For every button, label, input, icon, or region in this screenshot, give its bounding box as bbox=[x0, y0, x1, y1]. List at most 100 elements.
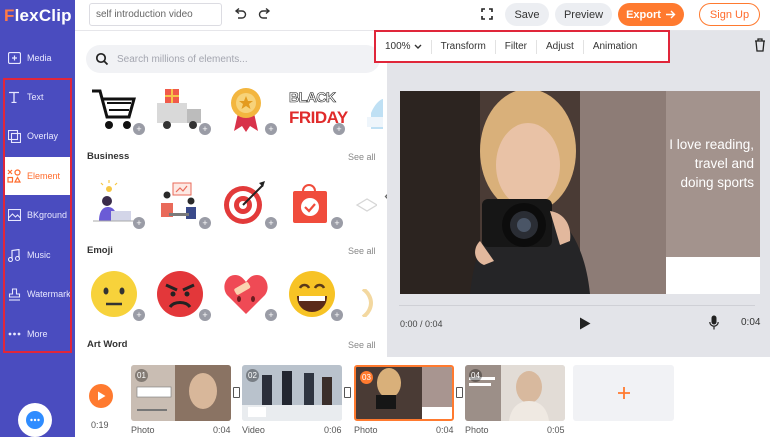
clip-1-duration: 0:04 bbox=[213, 425, 231, 435]
timeline-clip-4[interactable]: 04 bbox=[465, 365, 565, 421]
clip-2-type: Video bbox=[242, 425, 265, 435]
shopping-cart-icon bbox=[92, 89, 136, 129]
element-business-meeting[interactable]: + bbox=[155, 177, 211, 229]
current-time: 0:00 / 0:04 bbox=[400, 319, 443, 329]
sidebar-item-bkground[interactable]: BKground bbox=[0, 196, 75, 234]
microphone-icon[interactable] bbox=[709, 315, 719, 330]
element-emoji-angry[interactable]: + bbox=[155, 269, 211, 321]
adjust-button[interactable]: Adjust bbox=[537, 39, 584, 54]
trash-icon[interactable] bbox=[754, 38, 766, 52]
preview-button[interactable]: Preview bbox=[555, 3, 612, 26]
element-black-friday[interactable]: BLACK FRIDAY + bbox=[287, 83, 348, 135]
sidebar-item-media[interactable]: Media bbox=[0, 39, 75, 77]
timeline-clip-1[interactable]: 01 bbox=[131, 365, 231, 421]
add-element-icon[interactable]: + bbox=[133, 123, 145, 135]
timeline-play-button[interactable] bbox=[89, 384, 113, 408]
filter-button[interactable]: Filter bbox=[496, 39, 538, 54]
element-target[interactable]: + bbox=[221, 177, 277, 229]
export-button[interactable]: Export bbox=[618, 3, 684, 26]
sidebar-label-media: Media bbox=[27, 53, 52, 63]
element-emoji-bandaged-heart[interactable]: + bbox=[221, 269, 277, 321]
search-input[interactable] bbox=[117, 53, 367, 65]
clip-3-duration: 0:04 bbox=[436, 425, 454, 435]
add-element-icon[interactable]: + bbox=[199, 217, 211, 229]
element-emoji-grinning[interactable]: + bbox=[287, 269, 343, 321]
sidebar-item-more[interactable]: More bbox=[0, 315, 75, 353]
sidebar-item-text[interactable]: Text bbox=[0, 78, 75, 116]
delivery-truck-icon bbox=[157, 89, 201, 129]
chat-support-button[interactable] bbox=[18, 403, 52, 437]
clip-number: 01 bbox=[135, 369, 148, 382]
add-clip-button[interactable] bbox=[573, 365, 674, 421]
element-icon bbox=[7, 169, 21, 183]
project-title-input[interactable] bbox=[89, 3, 222, 26]
sidebar-label-watermark: Watermark bbox=[27, 289, 71, 299]
neutral-face-emoji-icon bbox=[91, 271, 137, 317]
see-all-business-link[interactable]: See all bbox=[348, 152, 376, 162]
see-all-art-word-link[interactable]: See all bbox=[348, 340, 376, 350]
element-emoji-neutral[interactable]: + bbox=[89, 269, 145, 321]
section-title-business: Business bbox=[87, 151, 130, 162]
video-canvas[interactable]: I love reading, travel and doing sports bbox=[400, 91, 760, 294]
sidebar-label-element: Element bbox=[27, 171, 61, 181]
search-bar[interactable] bbox=[86, 45, 380, 73]
element-partial-2[interactable] bbox=[355, 191, 379, 217]
element-partial[interactable] bbox=[363, 83, 383, 133]
transition-button[interactable] bbox=[344, 387, 351, 398]
fullscreen-icon[interactable] bbox=[481, 8, 493, 20]
progress-track[interactable] bbox=[399, 305, 755, 306]
angry-face-emoji-icon bbox=[157, 271, 203, 317]
zoom-dropdown[interactable]: 100% bbox=[376, 39, 432, 54]
timeline-total-time: 0:19 bbox=[91, 420, 109, 430]
sidebar-label-more: More bbox=[27, 329, 48, 339]
clip-4-duration: 0:05 bbox=[547, 425, 565, 435]
partial-element-icon bbox=[367, 99, 383, 129]
sidebar-item-overlay[interactable]: Overlay bbox=[0, 117, 75, 155]
add-element-icon[interactable]: + bbox=[199, 309, 211, 321]
media-icon bbox=[7, 51, 21, 65]
add-element-icon[interactable]: + bbox=[265, 123, 277, 135]
canvas-white-block bbox=[666, 257, 760, 294]
sidebar-item-watermark[interactable]: Watermark bbox=[0, 275, 75, 313]
add-element-icon[interactable]: + bbox=[199, 123, 211, 135]
art-word-black: BLACK bbox=[289, 89, 337, 106]
element-award-badge[interactable]: + bbox=[221, 83, 277, 135]
transition-button[interactable] bbox=[233, 387, 240, 398]
undo-icon[interactable] bbox=[233, 7, 247, 21]
flexclip-logo[interactable]: FlexClip bbox=[4, 6, 72, 26]
transform-button[interactable]: Transform bbox=[432, 39, 496, 54]
transition-button[interactable] bbox=[456, 387, 463, 398]
timeline-clip-2[interactable]: 02 bbox=[242, 365, 342, 421]
canvas-text-block[interactable]: I love reading, travel and doing sports bbox=[664, 135, 754, 192]
element-shopping-cart[interactable]: + bbox=[89, 83, 145, 135]
add-element-icon[interactable]: + bbox=[331, 309, 343, 321]
play-icon bbox=[97, 391, 105, 401]
playback-bar: 0:00 / 0:04 0:04 bbox=[387, 303, 770, 341]
team-meeting-icon bbox=[161, 182, 196, 219]
plus-icon bbox=[617, 387, 630, 399]
element-business-laptop[interactable]: + bbox=[89, 177, 145, 229]
sidebar-item-music[interactable]: Music bbox=[0, 236, 75, 274]
element-shopping-bag[interactable]: + bbox=[287, 177, 343, 229]
add-element-icon[interactable]: + bbox=[265, 309, 277, 321]
animation-button[interactable]: Animation bbox=[584, 40, 646, 54]
play-icon[interactable] bbox=[579, 317, 591, 330]
add-element-icon[interactable]: + bbox=[333, 123, 345, 135]
background-icon bbox=[7, 208, 21, 222]
sign-up-button[interactable]: Sign Up bbox=[699, 3, 760, 26]
add-element-icon[interactable]: + bbox=[331, 217, 343, 229]
add-element-icon[interactable]: + bbox=[265, 217, 277, 229]
add-element-icon[interactable]: + bbox=[133, 217, 145, 229]
element-partial-3[interactable] bbox=[361, 287, 374, 319]
target-dart-icon bbox=[224, 181, 265, 224]
clip-number: 03 bbox=[360, 371, 373, 384]
timeline-clip-3[interactable]: 03 bbox=[354, 365, 454, 421]
see-all-emoji-link[interactable]: See all bbox=[348, 246, 376, 256]
sidebar-item-element[interactable]: Element bbox=[5, 157, 71, 195]
add-element-icon[interactable]: + bbox=[133, 309, 145, 321]
element-delivery-truck[interactable]: + bbox=[155, 83, 211, 135]
shopping-bag-icon bbox=[293, 184, 327, 223]
redo-icon[interactable] bbox=[258, 7, 272, 21]
save-button[interactable]: Save bbox=[505, 3, 549, 26]
bandaged-heart-icon bbox=[224, 275, 268, 314]
